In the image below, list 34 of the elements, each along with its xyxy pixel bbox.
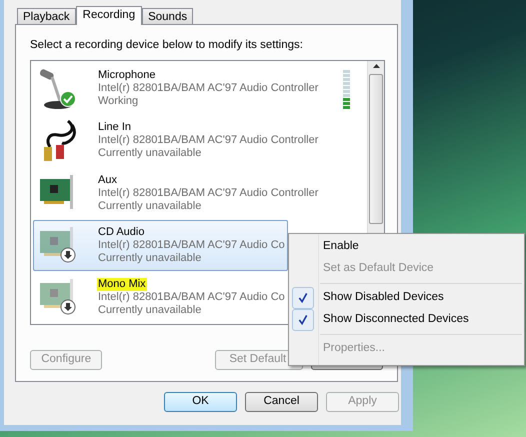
device-status: Currently unavailable xyxy=(98,304,202,317)
device-status: Currently unavailable xyxy=(98,200,202,212)
device-row[interactable]: Aux Intel(r) 82801BA/BAM AC'97 Audio Controller Currently unavailable xyxy=(33,167,322,219)
device-name: Microphone xyxy=(97,69,156,82)
tab[interactable]: Recording xyxy=(76,6,142,25)
tab[interactable]: Playback xyxy=(17,8,76,24)
menu-item[interactable]: Show Disconnected Devices xyxy=(289,309,524,331)
device-name: Mono Mix xyxy=(97,278,147,291)
menu-item[interactable]: Enable xyxy=(289,236,524,258)
device-row[interactable]: Line In Intel(r) 82801BA/BAM AC'97 Audio Controller Currently unavailable xyxy=(33,115,322,166)
device-driver: Intel(r) 82801BA/BAM AC'97 Audio Co xyxy=(98,238,285,252)
tab[interactable]: Sounds xyxy=(142,8,194,24)
device-name: Line In xyxy=(97,121,132,134)
checkmark-icon xyxy=(292,287,314,309)
device-driver: Intel(r) 82801BA/BAM AC'97 Audio Co xyxy=(98,290,285,304)
device-driver: Intel(r) 82801BA/BAM AC'97 Audio Controller xyxy=(98,82,318,96)
checkmark-icon xyxy=(292,309,314,331)
check-badge-icon xyxy=(60,90,76,107)
device-status: Currently unavailable xyxy=(98,252,202,265)
dialog-button[interactable]: Cancel xyxy=(245,392,318,412)
down-arrow-badge-icon xyxy=(60,247,76,264)
down-arrow-badge-icon xyxy=(60,299,76,316)
instruction-text: Select a recording device below to modify its settings: xyxy=(30,38,304,53)
device-driver: Intel(r) 82801BA/BAM AC'97 Audio Controller xyxy=(98,186,318,200)
menu-item[interactable]: Show Disabled Devices xyxy=(289,287,524,309)
device-name: CD Audio xyxy=(97,226,146,239)
device-status: Working xyxy=(98,95,140,108)
device-row[interactable]: Microphone Intel(r) 82801BA/BAM AC'97 Audio Controller Working xyxy=(33,63,322,114)
scrollbar-thumb[interactable] xyxy=(369,74,383,224)
dialog-button[interactable]: OK xyxy=(164,392,237,412)
device-driver: Intel(r) 82801BA/BAM AC'97 Audio Controller xyxy=(98,134,318,148)
scroll-up-arrow-icon[interactable] xyxy=(372,64,380,68)
device-status: Currently unavailable xyxy=(98,147,202,160)
device-name: Aux xyxy=(97,174,118,186)
